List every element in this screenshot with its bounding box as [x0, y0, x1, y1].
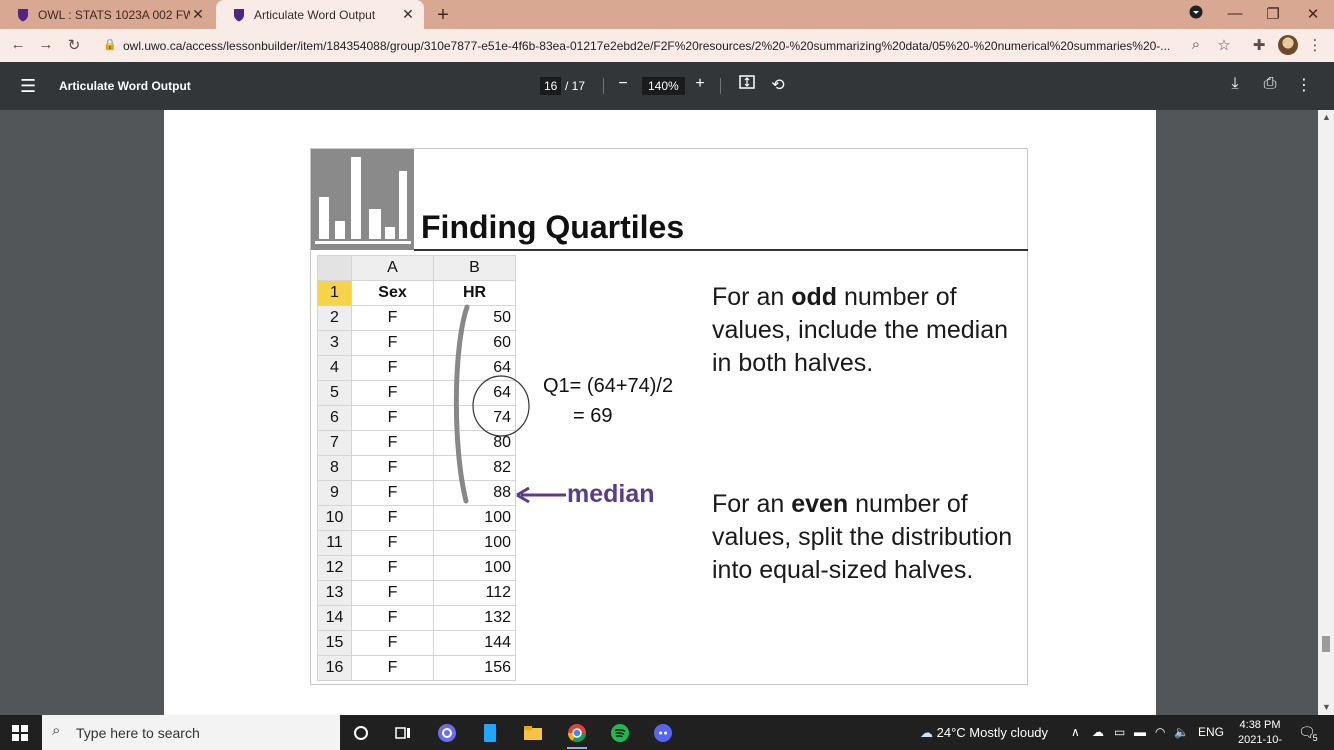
- new-tab-button[interactable]: +: [432, 4, 454, 27]
- divider: [603, 78, 604, 94]
- spotify-icon[interactable]: [608, 721, 632, 745]
- note-text: For an: [712, 283, 792, 311]
- volume-icon[interactable]: 🔈: [1174, 725, 1189, 739]
- url-text: owl.uwo.ca/access/lessonbuilder/item/184…: [123, 39, 1171, 53]
- menu-kebab-icon[interactable]: ⋮: [1305, 36, 1325, 54]
- window-close-icon[interactable]: ✕: [1298, 5, 1328, 23]
- zoom-out-icon[interactable]: −: [613, 75, 633, 93]
- avatar[interactable]: [1278, 35, 1298, 55]
- app-icon-purple[interactable]: [435, 721, 459, 745]
- chevron-up-icon[interactable]: ∧: [1071, 725, 1080, 739]
- clock-date: 2021-10-07: [1237, 734, 1283, 750]
- clock-time: 4:38 PM: [1239, 719, 1281, 731]
- page-number-input[interactable]: 16: [540, 77, 562, 95]
- uwo-shield-icon: [232, 8, 246, 22]
- lock-icon: 🔒: [103, 39, 117, 51]
- median-label: median: [567, 480, 655, 508]
- bookmark-star-icon[interactable]: ☆: [1214, 36, 1234, 54]
- odd-note: For an odd number of values, include the…: [712, 281, 1017, 380]
- pdf-toolbar: ☰ Articulate Word Output 16 / 17 − 140% …: [0, 62, 1334, 110]
- weather-widget[interactable]: ☁ 24°C Mostly cloudy: [920, 725, 1048, 741]
- fit-page-icon[interactable]: [737, 75, 757, 94]
- extensions-icon[interactable]: ✚: [1249, 36, 1269, 54]
- search-icon: ⌕: [52, 722, 61, 739]
- q1-formula: Q1= (64+74)/2: [543, 375, 674, 397]
- zoom-in-icon[interactable]: +: [690, 75, 710, 93]
- chrome-icon[interactable]: [565, 721, 589, 749]
- battery-icon[interactable]: ▬: [1134, 725, 1146, 739]
- scrollbar[interactable]: ▲ ▼: [1318, 110, 1334, 715]
- page-total: / 17: [565, 79, 586, 93]
- notification-count: 5: [1312, 733, 1318, 743]
- notification-icon[interactable]: 🗨 5: [1298, 724, 1325, 743]
- document-title: Articulate Word Output: [59, 79, 191, 93]
- divider: [720, 78, 721, 94]
- language-indicator[interactable]: ENG: [1198, 725, 1224, 739]
- clock[interactable]: 4:38 PM 2021-10-07: [1232, 718, 1288, 750]
- rotate-icon[interactable]: ⟲: [768, 75, 788, 95]
- reload-icon[interactable]: ↻: [64, 36, 84, 54]
- minimize-icon[interactable]: —: [1220, 5, 1250, 22]
- task-view-icon[interactable]: [391, 721, 415, 745]
- wifi-icon[interactable]: ◠: [1155, 725, 1165, 739]
- print-icon[interactable]: ⎙: [1260, 75, 1280, 93]
- cortana-icon[interactable]: [349, 721, 373, 745]
- file-explorer-icon[interactable]: [521, 721, 545, 745]
- close-icon[interactable]: ✕: [190, 6, 206, 23]
- tab-owl[interactable]: OWL : STATS 1023A 002 FW21 : L ✕: [0, 0, 214, 29]
- weather-text: 24°C Mostly cloudy: [936, 725, 1049, 740]
- tab-title: Articulate Word Output: [254, 7, 376, 22]
- scrollbar-thumb[interactable]: [1322, 636, 1330, 652]
- tab-title: OWL : STATS 1023A 002 FW21 : L: [38, 7, 190, 22]
- more-options-icon[interactable]: ⋮: [1294, 75, 1314, 95]
- cloud-icon: ☁: [920, 725, 933, 740]
- device-icon[interactable]: ▭: [1114, 725, 1125, 739]
- restore-icon[interactable]: ❐: [1258, 5, 1288, 23]
- tab-strip: OWL : STATS 1023A 002 FW21 : L ✕ Articul…: [0, 0, 1334, 29]
- annotation-overlay: [453, 304, 566, 504]
- scroll-up-icon[interactable]: ▲: [1322, 112, 1331, 122]
- even-note: For an even number of values, split the …: [712, 488, 1017, 587]
- uwo-shield-icon: [16, 8, 30, 22]
- note-text: For an: [712, 490, 792, 518]
- q1-circle: [472, 375, 530, 437]
- search-placeholder: Type here to search: [76, 725, 200, 741]
- discord-icon[interactable]: [651, 721, 675, 745]
- forward-icon[interactable]: →: [36, 36, 56, 53]
- back-icon[interactable]: ←: [8, 36, 28, 53]
- taskbar-search[interactable]: ⌕ Type here to search: [42, 715, 340, 750]
- close-icon[interactable]: ✕: [400, 6, 416, 23]
- hamburger-menu-icon[interactable]: ☰: [20, 76, 36, 97]
- zoom-level-input[interactable]: 140%: [642, 77, 685, 95]
- tab-articulate[interactable]: Articulate Word Output ✕: [216, 0, 424, 29]
- slide: Finding Quartiles A B 1 Sex HR 2 F 50 3 F 60…: [310, 148, 1028, 685]
- note-emphasis: odd: [791, 283, 838, 311]
- scroll-down-icon[interactable]: ▼: [1322, 702, 1331, 712]
- profile-dropdown-icon[interactable]: [1181, 5, 1211, 23]
- lower-half-bracket: [453, 304, 470, 504]
- zoom-icon[interactable]: ⌕: [1186, 36, 1206, 53]
- app-icon-blue[interactable]: [478, 721, 502, 745]
- q1-result: = 69: [573, 405, 613, 427]
- download-icon[interactable]: ⤓: [1225, 75, 1245, 93]
- browser-toolbar: ← → ↻ 🔒 owl.uwo.ca/access/lessonbuilder/…: [0, 29, 1334, 62]
- windows-taskbar: ⌕ Type here to search ☁ 24°C Mostly clou…: [0, 715, 1334, 750]
- note-emphasis: even: [791, 490, 849, 518]
- windows-start-icon[interactable]: [12, 725, 28, 746]
- address-bar[interactable]: 🔒 owl.uwo.ca/access/lessonbuilder/item/1…: [95, 32, 1245, 59]
- onedrive-icon[interactable]: ☁: [1092, 725, 1104, 739]
